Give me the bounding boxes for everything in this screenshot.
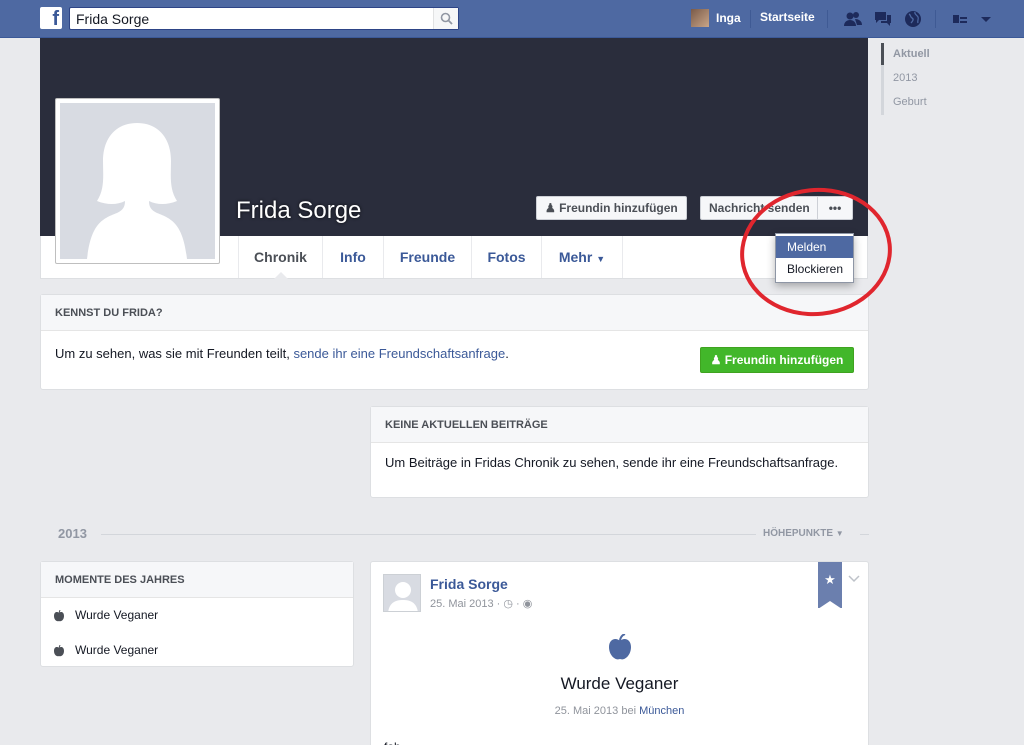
messages-icon[interactable] [873,9,893,29]
apple-icon [609,634,631,660]
friend-request-link[interactable]: sende ihr eine Freundschaftsanfrage [293,346,505,361]
timeline-nav-current[interactable]: Aktuell [881,43,961,67]
add-friend-label: Freundin hinzufügen [559,201,678,215]
divider [827,10,828,28]
chevron-down-icon: ▼ [596,254,606,264]
highlights-dropdown[interactable]: HÖHEPUNKTE ▼ [756,528,860,539]
highlight-ribbon[interactable]: ★ [818,562,842,609]
list-item[interactable]: Wurde Veganer [41,633,353,668]
apple-icon [54,610,64,622]
privacy-shortcuts-icon[interactable] [950,9,970,29]
place-link[interactable]: München [639,705,684,717]
add-friend-green-button[interactable]: ♟ Freundin hinzufügen [700,347,854,373]
tab-mehr-label: Mehr [558,249,593,265]
year-label: 2013 [40,526,101,541]
panel-title: KENNST DU FRIDA? [41,295,868,331]
chevron-down-icon: ▼ [835,529,844,538]
star-icon: ★ [824,572,836,587]
nav-home-link[interactable]: Startseite [760,10,815,24]
profile-name: Frida Sorge [236,197,362,224]
highlights-label: HÖHEPUNKTE [763,528,834,539]
timeline-post: Frida Sorge 25. Mai 2013 · ◷ · ◉ ★ Wurde… [370,561,869,745]
year-moments-panel: MOMENTE DES JAHRES Wurde Veganer Wurde V… [40,561,354,667]
timeline-nav-2013[interactable]: 2013 [884,67,961,91]
panel-text: Um Beiträge in Fridas Chronik zu sehen, … [385,455,839,470]
add-friend-icon: ♟ [545,201,560,215]
search-input[interactable] [70,8,430,29]
timeline-nav-birth[interactable]: Geburt [884,91,961,115]
post-sub-date: 25. Mai 2013 bei [554,705,640,717]
profile-picture[interactable] [55,98,220,264]
list-item-label: Wurde Veganer [75,643,159,657]
nav-profile-link[interactable]: Inga [691,8,741,28]
panel-text-end: . [505,346,509,361]
nav-user-name: Inga [716,11,741,25]
timeline-year-nav: Aktuell 2013 Geburt [881,43,961,115]
silhouette-icon [87,123,187,259]
add-friend-green-label: Freundin hinzufügen [724,353,844,367]
list-item-label: Wurde Veganer [75,608,159,622]
tab-freunde[interactable]: Freunde [383,236,471,278]
add-friend-button[interactable]: ♟ Freundin hinzufügen [536,196,687,220]
post-title: Wurde Veganer [560,674,679,693]
add-friend-icon: ♟ [710,353,725,367]
panel-title: KEINE AKTUELLEN BEITRÄGE [371,407,868,443]
top-bar: f Inga Startseite [0,0,1024,38]
friend-suggestion-panel: KENNST DU FRIDA? Um zu sehen, was sie mi… [40,294,869,390]
avatar [691,9,709,27]
post-meta: 25. Mai 2013 · ◷ · ◉ [430,598,533,610]
post-text: fab [384,740,401,745]
post-date[interactable]: 25. Mai 2013 · [430,598,500,610]
silhouette-icon [388,582,418,611]
post-subtitle: 25. Mai 2013 bei München [371,705,868,717]
search-box [69,7,459,30]
tab-mehr[interactable]: Mehr ▼ [541,236,623,278]
clock-icon: ◷ [503,598,513,610]
divider [750,10,751,28]
globe-icon: ◉ [522,598,533,610]
list-item[interactable]: Wurde Veganer [41,598,353,633]
notifications-globe-icon[interactable] [903,9,923,29]
panel-text-start: Um zu sehen, was sie mit Freunden teilt, [55,346,294,361]
tab-info[interactable]: Info [322,236,383,278]
avatar[interactable] [383,574,421,612]
search-button[interactable] [433,8,458,29]
panel-title: MOMENTE DES JAHRES [41,562,353,598]
year-divider [40,534,869,535]
tab-chronik[interactable]: Chronik [238,236,322,279]
tab-fotos[interactable]: Fotos [471,236,541,278]
account-dropdown-icon[interactable] [976,9,996,29]
facebook-logo-icon[interactable]: f [40,7,62,29]
post-author[interactable]: Frida Sorge [430,576,508,592]
chevron-down-icon[interactable] [848,575,860,583]
divider [935,10,936,28]
search-icon [440,12,453,25]
friend-requests-icon[interactable] [843,9,863,29]
no-posts-panel: KEINE AKTUELLEN BEITRÄGE Um Beiträge in … [370,406,869,498]
apple-icon [54,645,64,657]
